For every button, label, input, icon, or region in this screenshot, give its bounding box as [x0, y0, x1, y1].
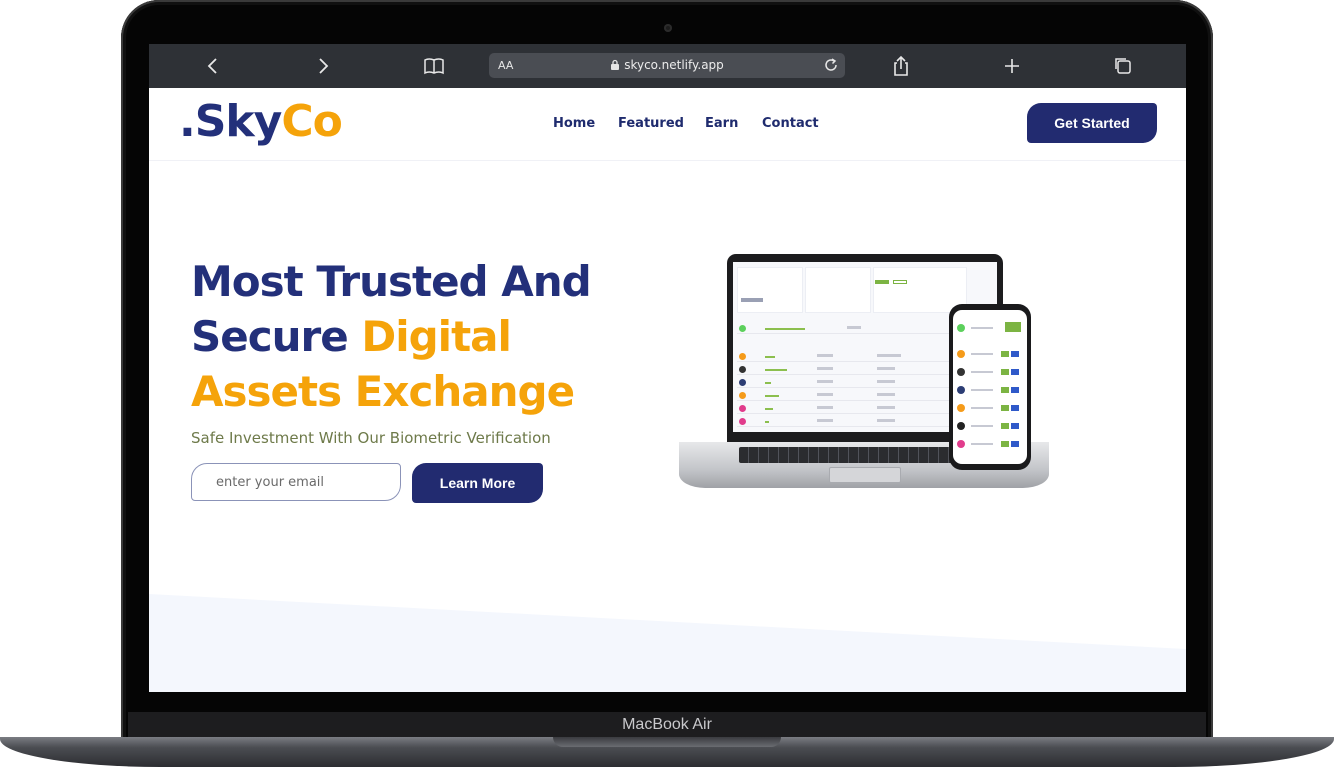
lock-icon [611, 59, 620, 70]
nav-home[interactable]: Home [553, 116, 595, 131]
new-tab-icon[interactable] [1000, 54, 1024, 78]
hero-title-secure: Secure [191, 312, 362, 361]
address-bar[interactable]: AA skyco.netlify.app [489, 53, 845, 78]
forward-icon[interactable] [311, 54, 335, 78]
email-input[interactable] [191, 463, 401, 501]
share-icon[interactable] [889, 54, 913, 78]
site-logo[interactable]: .SkyCo [179, 96, 343, 147]
nav-featured[interactable]: Featured [618, 116, 684, 131]
nav-earn[interactable]: Earn [705, 116, 738, 131]
hero-title-line2: Secure Digital [191, 309, 631, 364]
url-text: skyco.netlify.app [624, 58, 724, 72]
browser-toolbar: AA skyco.netlify.app [149, 44, 1186, 88]
logo-text-sky: .Sky [179, 96, 282, 147]
camera-icon [664, 24, 672, 32]
illustration-phone [949, 304, 1031, 470]
tabs-icon[interactable] [1111, 54, 1135, 78]
bookmarks-icon[interactable] [422, 54, 446, 78]
laptop-notch [553, 737, 781, 747]
site-header: .SkyCo Home Featured Earn Contact Get St… [149, 88, 1186, 161]
hero-title-line3: Assets Exchange [191, 367, 575, 416]
reload-icon[interactable] [823, 57, 839, 73]
back-icon[interactable] [201, 54, 225, 78]
logo-text-co: Co [281, 96, 343, 147]
illustration-phone-screen [953, 310, 1027, 464]
hero-background-wave [149, 594, 1186, 692]
learn-more-button[interactable]: Learn More [412, 463, 543, 503]
url-display: skyco.netlify.app [489, 58, 845, 72]
nav-contact[interactable]: Contact [762, 116, 819, 131]
devices-illustration [679, 252, 1054, 497]
hero-title: Most Trusted And Secure Digital Assets E… [191, 254, 631, 419]
get-started-button[interactable]: Get Started [1027, 103, 1157, 143]
hero-title-line1: Most Trusted And [191, 257, 592, 306]
screen: AA skyco.netlify.app .SkyCo Home Feature… [149, 44, 1186, 692]
illustration-trackpad [829, 467, 901, 483]
hero-subtitle: Safe Investment With Our Biometric Verif… [191, 429, 551, 447]
hero-title-digital: Digital [361, 312, 512, 361]
device-label: MacBook Air [622, 716, 712, 733]
